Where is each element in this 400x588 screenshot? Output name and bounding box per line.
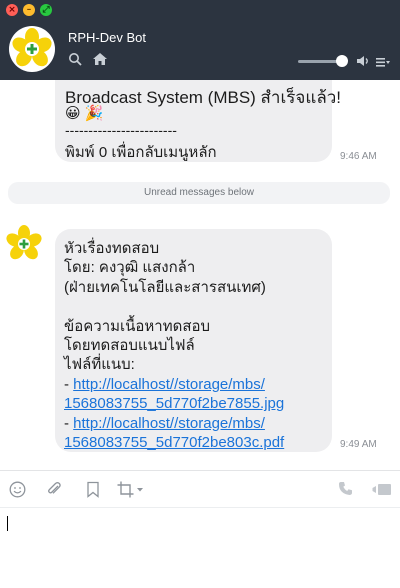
message-timestamp: 9:49 AM <box>340 439 377 450</box>
message-emoji: 😀 🎉 <box>65 105 104 122</box>
list-bullet: - <box>64 375 74 393</box>
message-bubble: หัวเรื่องทดสอบ โดย: คงวุฒิ แสงกล้า (ฝ่าย… <box>55 229 332 452</box>
message-input[interactable] <box>0 508 400 588</box>
attachment-link[interactable]: 1568083755_5d770f2be803c.pdf <box>64 434 284 451</box>
call-icon[interactable] <box>338 481 353 496</box>
message-subject: หัวเรื่องทดสอบ <box>64 240 160 257</box>
attachment-link-row: - http://localhost//storage/mbs/ <box>64 414 284 433</box>
message-author: โดย: คงวุฒิ แสงกล้า <box>64 259 196 277</box>
message-department: (ฝ่ายเทคโนโลยีและสารสนเทศ) <box>64 278 266 296</box>
video-icon[interactable] <box>372 483 392 496</box>
attachment-link[interactable]: 1568083755_5d770f2be7855.jpg <box>64 395 284 412</box>
message-text: Broadcast System (MBS) สำเร็จแล้ว! <box>65 88 342 107</box>
volume-slider-knob[interactable] <box>336 55 348 67</box>
message-timestamp: 9:46 AM <box>340 151 377 162</box>
message-body: หัวเรื่องทดสอบ โดย: คงวุฒิ แสงกล้า (ฝ่าย… <box>64 239 284 452</box>
unread-messages-banner: Unread messages below <box>8 182 390 204</box>
home-icon[interactable] <box>92 52 108 66</box>
chat-title: RPH-Dev Bot <box>68 30 147 45</box>
bot-avatar-small[interactable] <box>4 224 44 264</box>
message-text: โดยทดสอบแนบไฟล์ <box>64 336 195 354</box>
menu-icon[interactable] <box>376 56 390 68</box>
composer-toolbar <box>0 471 400 507</box>
message-text: พิมพ์ 0 เพื่อกลับเมนูหลัก <box>65 144 217 161</box>
window-controls: × – ⤢ <box>6 4 52 16</box>
chat-header: × – ⤢ RPH-Dev Bot <box>0 0 400 80</box>
volume-icon[interactable] <box>356 55 370 67</box>
search-icon[interactable] <box>68 52 82 66</box>
attachment-link-row: 1568083755_5d770f2be7855.jpg <box>64 394 284 413</box>
attach-icon[interactable] <box>46 481 63 498</box>
attachments-label: ไฟล์ที่แนบ: <box>64 356 135 374</box>
crop-icon[interactable] <box>117 481 145 498</box>
text-cursor <box>7 516 8 531</box>
emoji-icon[interactable] <box>9 481 26 498</box>
attachment-link[interactable]: http://localhost//storage/mbs/ <box>73 415 265 432</box>
list-bullet: - <box>64 414 74 432</box>
flower-logo-icon <box>12 28 52 67</box>
minimize-window-button[interactable]: – <box>23 4 35 16</box>
attachment-link-row: 1568083755_5d770f2be803c.pdf <box>64 433 284 452</box>
bookmark-icon[interactable] <box>86 481 100 498</box>
bot-avatar[interactable] <box>9 26 55 72</box>
message-bubble: Broadcast System (MBS) สำเร็จแล้ว! 😀 🎉 -… <box>55 80 341 162</box>
attachment-link[interactable]: http://localhost//storage/mbs/ <box>73 376 265 393</box>
message-text: ข้อความเนื้อหาทดสอบ <box>64 317 211 335</box>
message-separator: ------------------------ <box>65 122 177 138</box>
attachment-link-row: - http://localhost//storage/mbs/ <box>64 375 284 394</box>
message-list[interactable]: Broadcast System (MBS) สำเร็จแล้ว! 😀 🎉 -… <box>0 80 400 470</box>
maximize-window-button[interactable]: ⤢ <box>40 4 52 16</box>
close-window-button[interactable]: × <box>6 4 18 16</box>
